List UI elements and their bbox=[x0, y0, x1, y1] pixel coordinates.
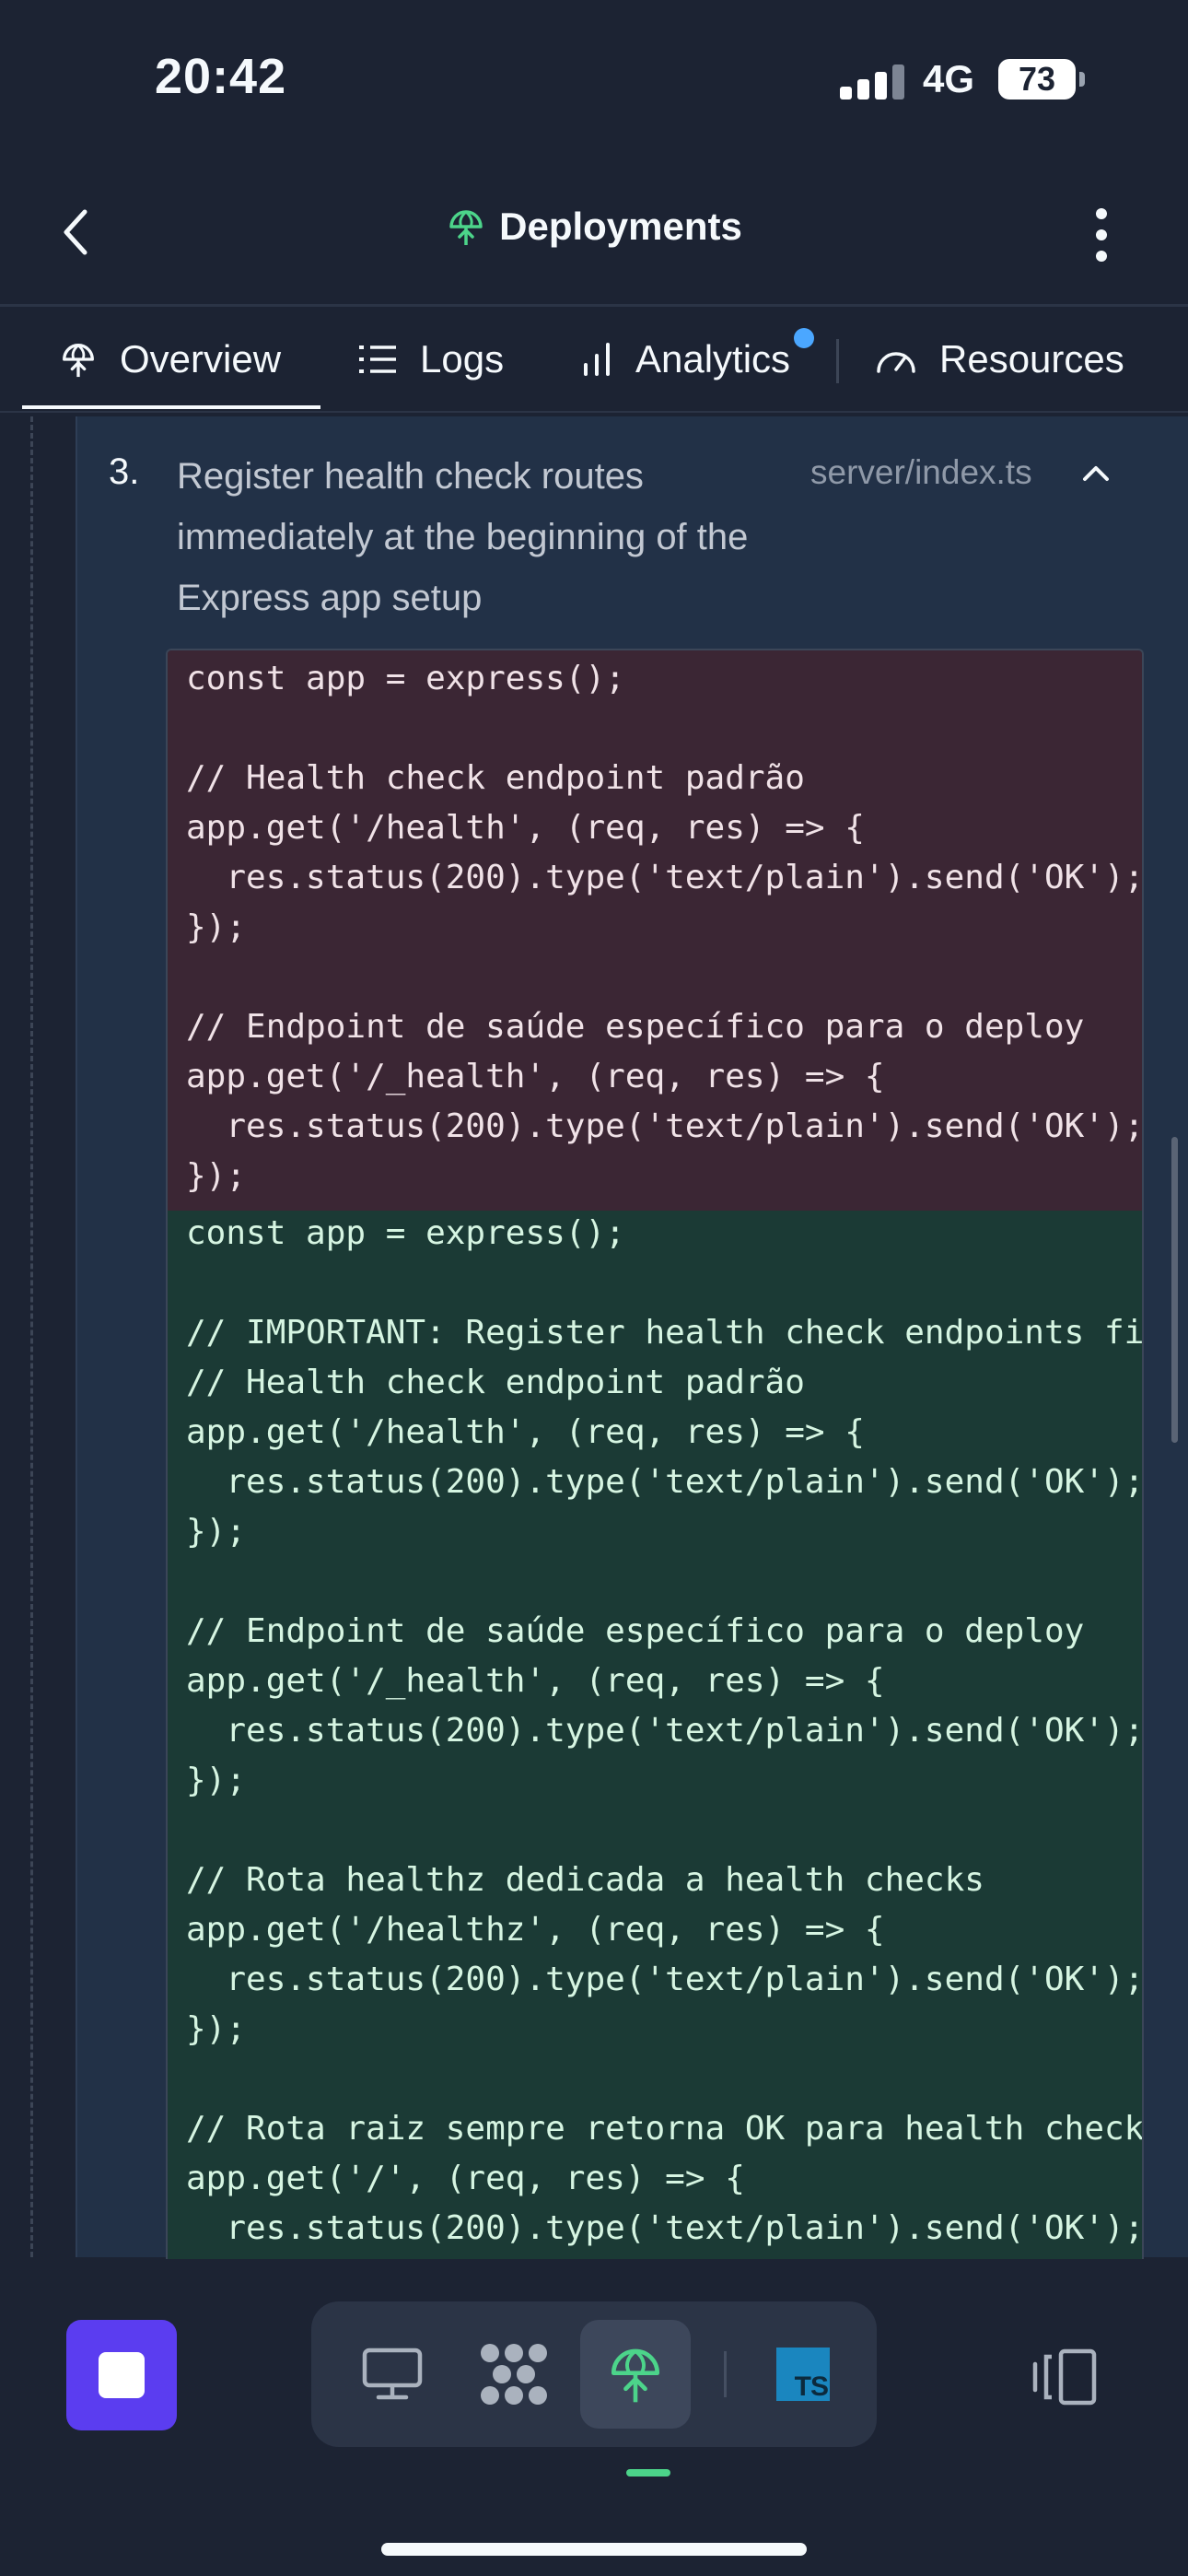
active-dock-indicator bbox=[626, 2469, 670, 2476]
split-view-button[interactable] bbox=[1030, 2348, 1100, 2406]
code-line: app.get('/_health', (req, res) => { bbox=[186, 1662, 885, 1700]
stop-icon bbox=[99, 2352, 145, 2398]
code-line: const app = express(); bbox=[186, 1214, 625, 1252]
step-description: Register health check routes immediately… bbox=[177, 456, 749, 618]
code-line: res.status(200).type('text/plain').send(… bbox=[186, 2209, 1144, 2247]
home-indicator[interactable] bbox=[381, 2543, 807, 2556]
code-line: // Rota healthz dedicada a health checks bbox=[186, 1861, 984, 1899]
gauge-icon bbox=[877, 352, 915, 373]
dock-deployments[interactable] bbox=[580, 2320, 691, 2429]
chevron-up-icon bbox=[1083, 466, 1109, 481]
split-view-icon bbox=[1032, 2348, 1097, 2406]
code-line: // IMPORTANT: Register health check endp… bbox=[186, 1314, 1144, 1352]
typescript-file-icon: TS bbox=[776, 2348, 830, 2402]
tab-separator bbox=[836, 339, 839, 383]
deploy-icon bbox=[449, 210, 483, 245]
bar-chart-icon bbox=[584, 343, 610, 376]
deploy-icon bbox=[611, 2348, 660, 2403]
diff-added-block: const app = express(); // IMPORTANT: Regi… bbox=[168, 1211, 1142, 2259]
more-options-button[interactable] bbox=[1083, 205, 1120, 265]
dock-workflow[interactable] bbox=[459, 2320, 569, 2429]
file-path-link[interactable]: server/index.ts bbox=[810, 453, 1032, 492]
page-title: Deployments bbox=[0, 205, 1188, 249]
stop-button[interactable] bbox=[66, 2320, 177, 2430]
code-line: }); bbox=[186, 2010, 247, 2048]
code-line: app.get('/healthz', (req, res) => { bbox=[186, 1911, 885, 1949]
tab-label: Logs bbox=[420, 337, 505, 381]
bottom-dock: TS bbox=[311, 2301, 877, 2447]
tab-label: Resources bbox=[939, 337, 1124, 381]
code-line: res.status(200).type('text/plain').send(… bbox=[186, 1961, 1144, 1998]
monitor-icon bbox=[362, 2348, 423, 2400]
scrollbar[interactable] bbox=[1171, 1137, 1178, 1443]
code-line: res.status(200).type('text/plain').send(… bbox=[186, 859, 1144, 896]
code-line: // Endpoint de saúde específico para o d… bbox=[186, 1008, 1085, 1046]
code-line: // Health check endpoint padrão bbox=[186, 1364, 805, 1401]
step-number: 3. bbox=[109, 451, 140, 492]
header-divider bbox=[0, 304, 1188, 307]
dock-separator bbox=[724, 2351, 727, 2397]
code-line: app.get('/health', (req, res) => { bbox=[186, 1413, 865, 1451]
timeline-rail bbox=[30, 416, 33, 2257]
tabs-divider bbox=[0, 411, 1188, 413]
code-diff[interactable]: const app = express(); // Health check en… bbox=[166, 649, 1144, 2259]
code-line: app.get('/health', (req, res) => { bbox=[186, 809, 865, 847]
dock-typescript-file[interactable]: TS bbox=[748, 2320, 858, 2429]
workflow-icon bbox=[481, 2344, 547, 2405]
code-line: res.status(200).type('text/plain').send(… bbox=[186, 1463, 1144, 1501]
network-type: 4G bbox=[923, 57, 975, 100]
code-line: // Health check endpoint padrão bbox=[186, 759, 805, 797]
tab-resources[interactable]: Resources bbox=[875, 308, 1124, 411]
tab-label: Overview bbox=[120, 337, 282, 381]
code-line: }); bbox=[186, 1513, 247, 1551]
code-line: app.get('/', (req, res) => { bbox=[186, 2160, 745, 2197]
code-line: res.status(200).type('text/plain').send(… bbox=[186, 1712, 1144, 1750]
tab-bar: Overview Logs Analytics Resources bbox=[0, 308, 1188, 411]
list-icon bbox=[359, 345, 396, 373]
tab-overview[interactable]: Overview bbox=[59, 308, 281, 411]
code-line: const app = express(); bbox=[186, 660, 625, 697]
status-time: 20:42 bbox=[155, 49, 287, 104]
battery-indicator: 73 bbox=[998, 59, 1085, 100]
notification-badge bbox=[794, 328, 814, 348]
code-line: res.status(200).type('text/plain').send(… bbox=[186, 1107, 1144, 1145]
header-title-text: Deployments bbox=[499, 205, 742, 248]
active-tab-indicator bbox=[22, 405, 320, 409]
code-line: app.get('/_health', (req, res) => { bbox=[186, 1058, 885, 1095]
tab-analytics[interactable]: Analytics bbox=[580, 308, 790, 411]
deploy-icon bbox=[63, 344, 94, 378]
diff-removed-block: const app = express(); // Health check en… bbox=[168, 650, 1142, 1211]
code-line: }); bbox=[186, 908, 247, 946]
collapse-button[interactable] bbox=[1079, 463, 1112, 485]
tab-label: Analytics bbox=[635, 337, 791, 381]
dock-monitor[interactable] bbox=[337, 2320, 448, 2429]
tab-logs[interactable]: Logs bbox=[359, 308, 504, 411]
code-line: // Endpoint de saúde específico para o d… bbox=[186, 1612, 1085, 1650]
code-line: }); bbox=[186, 1762, 247, 1799]
code-line: }); bbox=[186, 1157, 247, 1195]
signal-icon bbox=[840, 63, 904, 100]
code-line: // Rota raiz sempre retorna OK para heal… bbox=[186, 2110, 1144, 2148]
